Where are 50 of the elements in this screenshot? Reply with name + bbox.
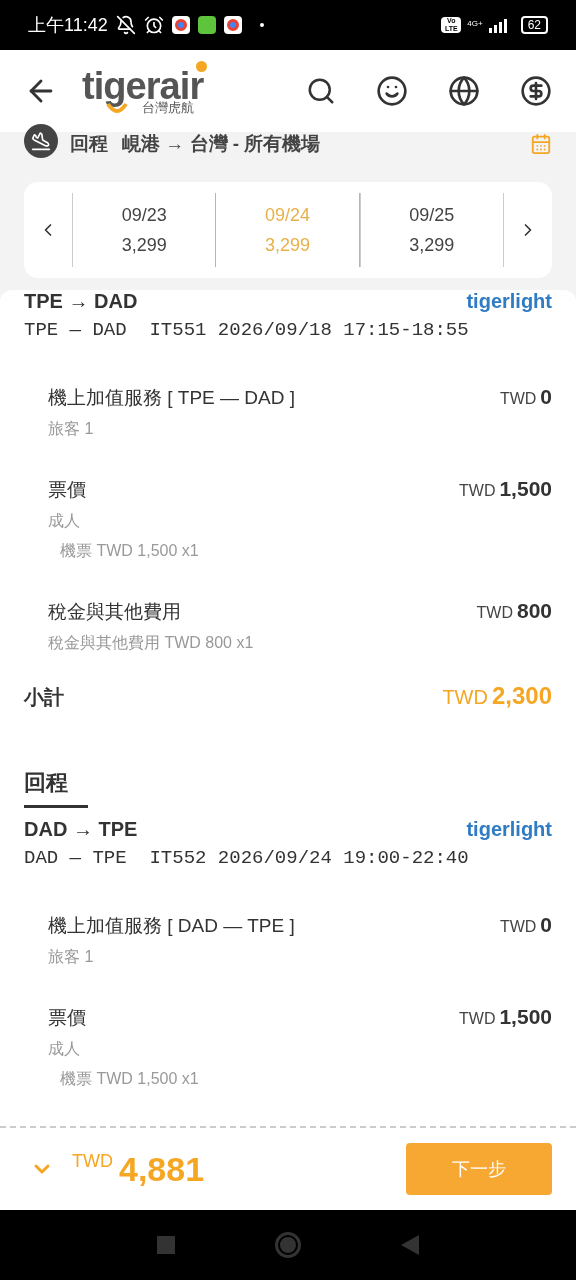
search-button[interactable] (306, 76, 336, 106)
item-amount: 0 (540, 384, 552, 410)
currency-label: TWD (499, 389, 537, 409)
currency-label: TWD (459, 481, 496, 501)
trip-route: 峴港 → 台灣 - 所有機場 (122, 131, 321, 156)
status-time: 上午11:42 (28, 13, 108, 37)
currency-label: TWD (459, 1009, 496, 1029)
smiley-button[interactable] (376, 75, 408, 107)
app-icon (171, 16, 190, 34)
flight-info: TPE — DAD IT551 2026/09/18 17:15-18:55 (24, 319, 469, 341)
currency-label: TWD (476, 603, 513, 623)
globe-button[interactable] (448, 75, 480, 107)
alarm-icon (143, 15, 164, 35)
item-label: 票價 (48, 478, 86, 502)
currency-label: TWD (442, 685, 488, 710)
subtotal-label: 小計 (24, 684, 64, 710)
item-detail: 稅金與其他費用 TWD 800 x1 (48, 634, 254, 651)
item-label: 機上加值服務 [ TPE — DAD ] (48, 386, 296, 410)
item-amount: 1,500 (499, 476, 552, 502)
item-label: 機上加值服務 [ DAD — TPE ] (48, 914, 295, 938)
fare-brand: tigerlight (466, 290, 552, 312)
item-amount: 800 (516, 598, 552, 624)
currency-label: TWD (499, 917, 537, 937)
app-icon (223, 16, 242, 34)
date-tab[interactable]: 09/23 3,299 (72, 193, 216, 267)
item-detail: 旅客 1 (48, 948, 94, 965)
flight-info: DAD — TPE IT552 2026/09/24 19:00-22:40 (24, 847, 469, 869)
total-amount: 4,881 (119, 1148, 205, 1190)
fare-brand: tigerlight (466, 818, 552, 840)
item-amount: 0 (540, 912, 552, 938)
item-amount: 1,500 (499, 1004, 552, 1030)
dollar-button[interactable] (520, 75, 552, 107)
app-icon (197, 16, 216, 34)
item-detail: 成人 (48, 1040, 80, 1057)
item-label: 票價 (48, 1006, 86, 1030)
section-heading: 回程 (24, 765, 88, 808)
trip-label: 回程 (70, 131, 108, 156)
subtotal-amount: 2,300 (491, 681, 552, 711)
date-tab[interactable]: 09/25 3,299 (359, 193, 504, 267)
total-currency: TWD (72, 1150, 113, 1173)
item-label: 稅金與其他費用 (48, 600, 181, 624)
item-detail: 成人 (48, 512, 80, 529)
item-detail: 機票 TWD 1,500 x1 (60, 1070, 199, 1087)
route-title: DAD → TPE (24, 818, 138, 840)
network-label: 4G+ (467, 18, 483, 30)
item-detail: 機票 TWD 1,500 x1 (60, 542, 199, 559)
item-detail: 旅客 1 (48, 420, 94, 437)
mute-icon (115, 15, 136, 35)
battery-indicator: 62 (520, 16, 548, 34)
route-title: TPE → DAD (24, 290, 138, 312)
